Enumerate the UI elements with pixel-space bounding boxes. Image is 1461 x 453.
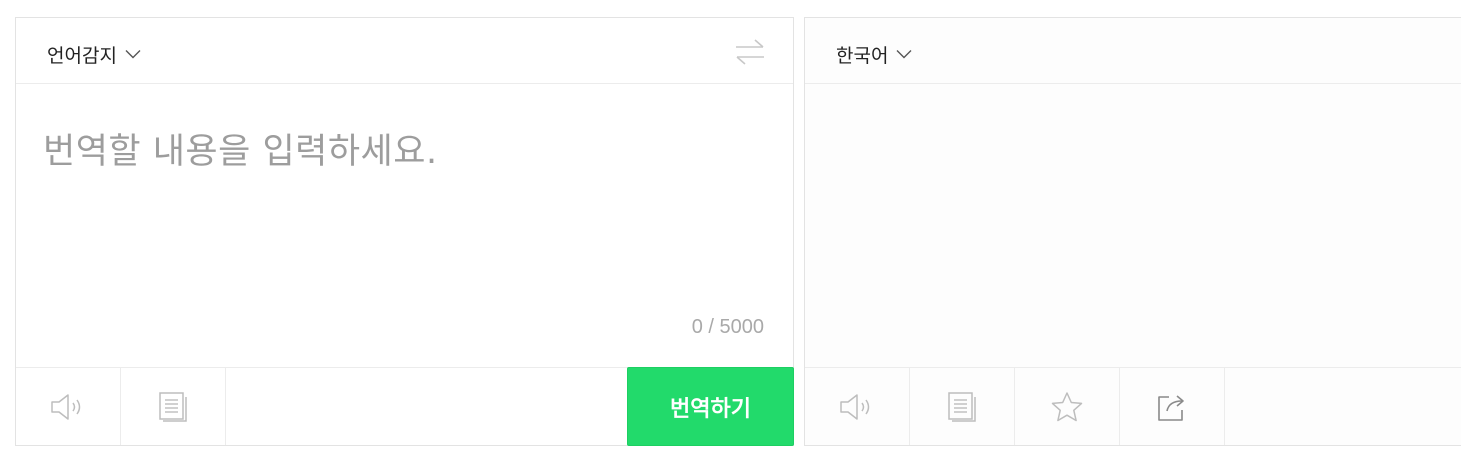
swap-icon[interactable] (734, 38, 766, 66)
source-panel: 언어감지 번역할 내용을 입력하세요. 0 / 5000 번역하기 (15, 17, 794, 446)
character-count: 0 / 5000 (691, 316, 764, 338)
target-language-label: 한국어 (836, 44, 889, 67)
copy-icon (948, 391, 976, 422)
target-listen-button[interactable] (805, 368, 910, 445)
target-copy-button[interactable] (910, 368, 1015, 445)
source-language-select[interactable]: 언어감지 (47, 41, 141, 67)
source-language-label: 언어감지 (47, 44, 117, 67)
source-panel-header: 언어감지 (16, 18, 793, 84)
target-language-select[interactable]: 한국어 (836, 41, 912, 67)
share-icon (1158, 394, 1184, 421)
share-button[interactable] (1120, 368, 1225, 445)
translate-button[interactable]: 번역하기 (627, 367, 794, 446)
target-panel: 한국어 (804, 17, 1461, 446)
source-copy-button[interactable] (121, 368, 226, 445)
chevron-down-icon (125, 50, 141, 59)
source-listen-button[interactable] (16, 368, 121, 445)
favorite-button[interactable] (1015, 368, 1120, 445)
speaker-icon (840, 393, 870, 420)
speaker-icon (51, 393, 81, 420)
source-text-input[interactable]: 번역할 내용을 입력하세요. (43, 123, 438, 174)
copy-icon (159, 391, 187, 422)
star-icon (1051, 391, 1083, 421)
chevron-down-icon (896, 50, 912, 59)
target-panel-header: 한국어 (805, 18, 1461, 84)
target-toolbar (805, 367, 1461, 445)
